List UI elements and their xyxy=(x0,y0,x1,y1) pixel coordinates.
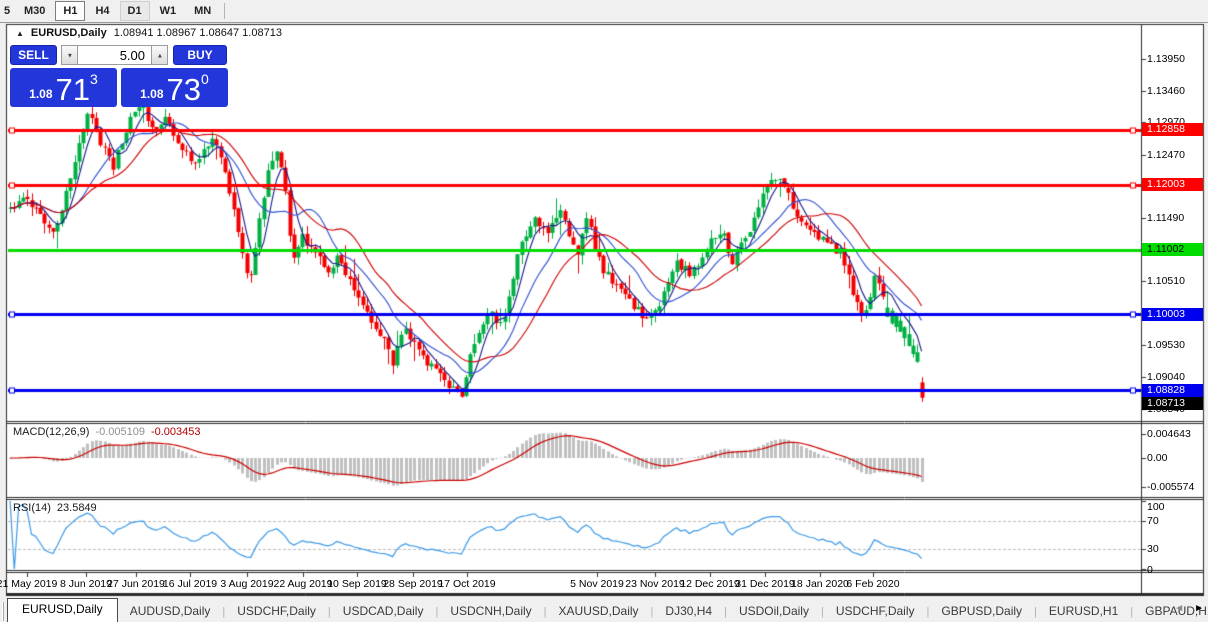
rsi-scale-label: 100 xyxy=(1147,501,1165,513)
hline-1.12858[interactable] xyxy=(8,127,1141,134)
rsi-scale-label: 0 xyxy=(1147,564,1153,576)
price-scale-label: 1.09040 xyxy=(1147,371,1185,383)
price-scale-label: 1.13460 xyxy=(1147,85,1185,97)
sell-price-small: 1.08 xyxy=(29,87,53,101)
sell-button[interactable]: SELL xyxy=(10,45,57,65)
chevron-up-icon: ▲ xyxy=(156,51,163,59)
chart-tabbar: EURUSD,Daily AUDUSD,Daily | USDCHF,Daily | US… xyxy=(0,597,1208,622)
price-scale-label: 1.11490 xyxy=(1147,212,1185,224)
macd-name: MACD(12,26,9) xyxy=(13,426,90,438)
volume-increase-button[interactable]: ▲ xyxy=(151,45,168,65)
ohlc-values: 1.08941 1.08967 1.08647 1.08713 xyxy=(113,27,282,39)
tab-EURUSD,Daily[interactable]: EURUSD,Daily xyxy=(7,598,118,622)
tab-AUDUSD,Daily[interactable]: AUDUSD,Daily xyxy=(118,601,223,622)
price-scale-label: 1.12470 xyxy=(1147,149,1185,161)
price-scale-label: 1.09530 xyxy=(1147,339,1185,351)
date-label: 3 Aug 2019 xyxy=(220,578,274,590)
price-scale-label: 1.10510 xyxy=(1147,275,1185,287)
date-label: 10 Sep 2019 xyxy=(327,578,387,590)
macd-scale-label: -0.005574 xyxy=(1147,481,1195,493)
date-label: 16 Jul 2019 xyxy=(162,578,218,590)
rsi-name: RSI(14) xyxy=(13,502,51,514)
rsi-scale-label: 30 xyxy=(1147,543,1159,555)
macd-main-value: -0.005109 xyxy=(95,426,145,438)
macd-signal-value: -0.003453 xyxy=(150,426,201,438)
buy-price-small: 1.08 xyxy=(140,87,164,101)
date-label: 17 Oct 2019 xyxy=(438,578,496,590)
buy-button[interactable]: BUY xyxy=(173,45,227,65)
volume-decrease-button[interactable]: ▼ xyxy=(61,45,78,65)
chart-title: ▲ EURUSD,Daily 1.08941 1.08967 1.08647 1… xyxy=(16,27,282,39)
macd-label: MACD(12,26,9) -0.005109 -0.003453 xyxy=(13,426,201,438)
tab-USDCHF,Daily[interactable]: USDCHF,Daily xyxy=(225,601,328,622)
hline-1.10003[interactable] xyxy=(8,311,1141,318)
date-label: 23 Nov 2019 xyxy=(625,578,685,590)
date-label: 28 Sep 2019 xyxy=(383,578,443,590)
symbol-period-label: EURUSD,Daily xyxy=(30,27,107,39)
macd-scale-label: 0.004643 xyxy=(1147,428,1191,440)
hline-1.08828[interactable] xyxy=(8,387,1141,394)
date-label: 22 Aug 2019 xyxy=(273,578,333,590)
tab-USDCAD,Daily[interactable]: USDCAD,Daily xyxy=(331,601,436,622)
tab-EURUSD,H1[interactable]: EURUSD,H1 xyxy=(1037,601,1130,622)
buy-price-big: 73 xyxy=(166,72,202,107)
date-label: 12 Dec 2019 xyxy=(680,578,740,590)
date-label: 18 Jan 2020 xyxy=(791,578,849,590)
last-price-tag: 1.08713 xyxy=(1142,397,1203,410)
price-tag-1.08828: 1.08828 xyxy=(1142,384,1203,397)
price-tag-1.11002: 1.11002 xyxy=(1142,243,1203,256)
tab-USDCNH,Daily[interactable]: USDCNH,Daily xyxy=(438,601,543,622)
tab-USDCHF,Daily[interactable]: USDCHF,Daily xyxy=(824,601,927,622)
one-click-trading-panel: SELL ▼ 5.00 ▲ BUY 1.08 71 3 1.08 73 0 xyxy=(10,45,228,107)
tab-GBPUSD,Daily[interactable]: GBPUSD,Daily xyxy=(929,601,1034,622)
date-label: 27 Jun 2019 xyxy=(107,578,165,590)
buy-price-sup: 0 xyxy=(201,71,209,87)
sell-price-big: 71 xyxy=(55,72,91,107)
tab-scroll-left-icon[interactable]: ◄ xyxy=(1174,602,1184,616)
tab-DJ30,H4[interactable]: DJ30,H4 xyxy=(653,601,724,622)
sell-price-sup: 3 xyxy=(90,71,98,87)
rsi-label: RSI(14) 23.5849 xyxy=(13,502,97,514)
tab-USDOil,Daily[interactable]: USDOil,Daily xyxy=(727,601,821,622)
volume-input[interactable]: 5.00 xyxy=(78,45,151,65)
panel-collapse-icon[interactable]: ▲ xyxy=(16,29,24,38)
price-scale-label: 1.13950 xyxy=(1147,53,1185,65)
tab-XAUUSD,Daily[interactable]: XAUUSD,Daily xyxy=(547,601,651,622)
rsi-value: 23.5849 xyxy=(56,502,97,514)
date-label: 8 Jun 2019 xyxy=(60,578,112,590)
tab-scroll-right-icon[interactable]: ► xyxy=(1194,602,1204,616)
date-label: 5 Nov 2019 xyxy=(570,578,624,590)
date-label: 21 May 2019 xyxy=(0,578,58,590)
price-tag-1.12003: 1.12003 xyxy=(1142,178,1203,191)
buy-price-box[interactable]: 1.08 73 0 xyxy=(121,68,228,107)
price-tag-1.10003: 1.10003 xyxy=(1142,308,1203,321)
sell-price-box[interactable]: 1.08 71 3 xyxy=(10,68,117,107)
hline-1.12003[interactable] xyxy=(8,182,1141,189)
tabbar-grip-icon xyxy=(2,602,4,621)
date-label: 6 Feb 2020 xyxy=(846,578,900,590)
macd-scale-label: 0.00 xyxy=(1147,452,1168,464)
hline-1.11002[interactable] xyxy=(8,247,1141,254)
chevron-down-icon: ▼ xyxy=(66,51,73,59)
price-tag-1.12858: 1.12858 xyxy=(1142,123,1203,136)
date-label: 31 Dec 2019 xyxy=(735,578,795,590)
rsi-scale-label: 70 xyxy=(1147,515,1159,527)
